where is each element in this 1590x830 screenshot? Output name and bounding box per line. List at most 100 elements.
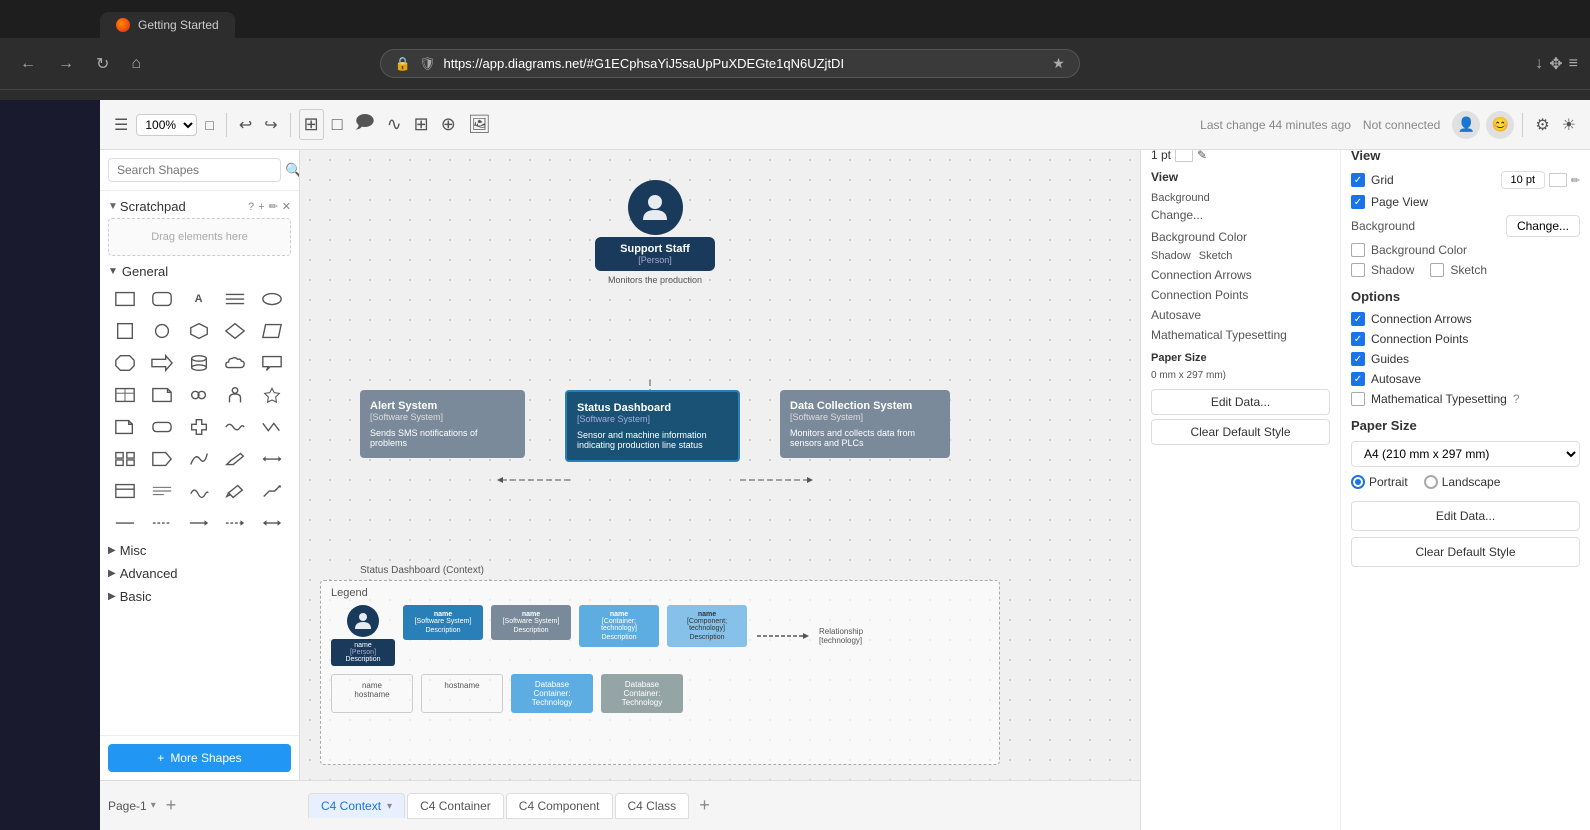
note-tool[interactable]: 🖼 — [464, 110, 495, 139]
status-dashboard-box[interactable]: Status Dashboard [Software System] Senso… — [565, 390, 740, 462]
clear-default-style-btn[interactable]: Clear Default Style — [1351, 537, 1580, 567]
shape-zigzag[interactable] — [255, 413, 289, 441]
freehand-tool[interactable]: ∿ — [383, 110, 406, 139]
math-typing-checkbox[interactable] — [1351, 392, 1365, 406]
shape-double-arrow[interactable] — [255, 509, 289, 537]
shape-circle[interactable] — [145, 317, 179, 345]
guides-checkbox[interactable]: ✓ — [1351, 352, 1365, 366]
insert-tool[interactable]: ⊕ — [437, 110, 460, 139]
portrait-radio[interactable] — [1351, 475, 1365, 489]
shape-line-arrow[interactable] — [182, 509, 216, 537]
browser-tab[interactable]: Getting Started — [100, 12, 235, 38]
rectangle-tool[interactable]: □ — [328, 110, 347, 139]
shape-label[interactable] — [145, 445, 179, 473]
scratchpad-add-icon[interactable]: + — [258, 201, 264, 213]
shape-pill[interactable] — [145, 413, 179, 441]
landscape-option[interactable]: Landscape — [1424, 475, 1501, 489]
conn-arrows-checkbox[interactable]: ✓ — [1351, 312, 1365, 326]
shape-eyedrop[interactable] — [218, 477, 252, 505]
basic-header[interactable]: ▶ Basic — [100, 585, 299, 608]
c4-component-tab[interactable]: C4 Component — [506, 793, 613, 819]
shape-diamond[interactable] — [218, 317, 252, 345]
shape-table[interactable] — [108, 381, 142, 409]
edit-data-btn[interactable]: Edit Data... — [1351, 501, 1580, 531]
search-input[interactable] — [108, 158, 281, 182]
refresh-button[interactable]: ↻ — [88, 50, 117, 78]
scratchpad-close-icon[interactable]: ✕ — [282, 200, 291, 213]
shape-hexagon[interactable] — [182, 317, 216, 345]
scratchpad-header[interactable]: ▼ Scratchpad ? + ✏ ✕ — [100, 195, 299, 218]
shape-line-solid[interactable] — [108, 509, 142, 537]
c4-container-tab[interactable]: C4 Container — [407, 793, 504, 819]
alert-system-box[interactable]: Alert System [Software System] Sends SMS… — [360, 390, 525, 458]
bookmark-star[interactable]: ★ — [1052, 55, 1065, 72]
grid-value-input[interactable] — [1501, 171, 1545, 189]
drag-zone[interactable]: Drag elements here — [108, 218, 291, 256]
speech-tool[interactable]: 🗩 — [351, 106, 379, 144]
grid-color-swatch[interactable] — [1549, 173, 1567, 187]
grid-checkbox[interactable]: ✓ — [1351, 173, 1365, 187]
shape-line-dashed[interactable] — [145, 509, 179, 537]
shape-list-text[interactable] — [145, 477, 179, 505]
search-icon[interactable]: 🔍 — [285, 162, 300, 179]
support-staff-node[interactable]: Support Staff [Person] Monitors the prod… — [595, 180, 715, 285]
background-change-btn[interactable]: Change... — [1506, 215, 1580, 237]
grid-color-edit[interactable]: ✏ — [1571, 174, 1580, 187]
redo-button[interactable]: ↪ — [260, 111, 281, 139]
shape-wavy[interactable] — [218, 413, 252, 441]
theme-button[interactable]: ☀ — [1558, 111, 1580, 139]
landscape-radio[interactable] — [1424, 475, 1438, 489]
add-tab-btn[interactable]: + — [691, 791, 718, 820]
shape-square[interactable] — [108, 317, 142, 345]
color-edit-icon[interactable]: ✎ — [1197, 148, 1207, 162]
add-page-btn[interactable]: + — [160, 793, 183, 818]
shape-text[interactable]: A — [182, 285, 216, 313]
shape-note[interactable] — [145, 381, 179, 409]
shape-rounded-rect[interactable] — [145, 285, 179, 313]
table-tool[interactable]: ⊞ — [410, 110, 433, 139]
autosave-checkbox[interactable]: ✓ — [1351, 372, 1365, 386]
math-typing-help-icon[interactable]: ? — [1513, 392, 1520, 406]
page-1-tab[interactable]: Page-1 ▾ — [108, 799, 156, 813]
shape-ellipse[interactable] — [255, 285, 289, 313]
select-tool[interactable]: ⊞ — [299, 109, 324, 140]
shape-callout[interactable] — [255, 349, 289, 377]
undo-button[interactable]: ↩ — [235, 111, 256, 139]
menu-icon[interactable]: ≡ — [1569, 55, 1578, 73]
shape-cloud[interactable] — [218, 349, 252, 377]
shape-angled-arrows[interactable] — [255, 477, 289, 505]
forward-button[interactable]: → — [50, 51, 82, 77]
shape-pencil[interactable] — [218, 445, 252, 473]
general-section-header[interactable]: ▼ General — [100, 260, 299, 283]
shape-curve[interactable] — [182, 445, 216, 473]
shape-dashed-arrow[interactable] — [218, 509, 252, 537]
misc-header[interactable]: ▶ Misc — [100, 539, 299, 562]
shape-cylinder[interactable] — [182, 349, 216, 377]
extensions-icon[interactable]: ✥ — [1549, 54, 1562, 74]
c4-context-tab[interactable]: C4 Context ▾ — [308, 793, 405, 818]
page-view-checkbox[interactable]: ✓ — [1351, 195, 1365, 209]
bg-color-checkbox[interactable] — [1351, 243, 1365, 257]
shape-squiggle[interactable] — [182, 477, 216, 505]
fit-page-button[interactable]: □ — [201, 113, 217, 137]
shape-doc[interactable] — [108, 413, 142, 441]
c4-class-tab[interactable]: C4 Class — [615, 793, 690, 819]
collab-user-icon[interactable]: 👤 — [1452, 111, 1480, 139]
shape-person[interactable] — [218, 381, 252, 409]
scratchpad-help-icon[interactable]: ? — [248, 201, 254, 213]
shape-arrow-right[interactable] — [145, 349, 179, 377]
shape-grid[interactable] — [108, 445, 142, 473]
line-color-swatch[interactable] — [1175, 148, 1193, 162]
home-button[interactable]: ⌂ — [123, 51, 149, 77]
advanced-header[interactable]: ▶ Advanced — [100, 562, 299, 585]
paper-size-select[interactable]: A4 (210 mm x 297 mm) — [1351, 441, 1580, 467]
shape-parallelogram[interactable] — [255, 317, 289, 345]
shape-star[interactable] — [255, 381, 289, 409]
conn-points-checkbox[interactable]: ✓ — [1351, 332, 1365, 346]
scratchpad-edit-icon[interactable]: ✏ — [269, 200, 278, 213]
collab-emoji-icon[interactable]: 😊 — [1486, 111, 1514, 139]
settings-button[interactable]: ⚙ — [1531, 111, 1553, 139]
shape-speech[interactable] — [182, 381, 216, 409]
address-bar[interactable]: 🔒 🛡 https://app.diagrams.net/#G1ECphsaYi… — [380, 49, 1080, 78]
shape-lines[interactable] — [218, 285, 252, 313]
